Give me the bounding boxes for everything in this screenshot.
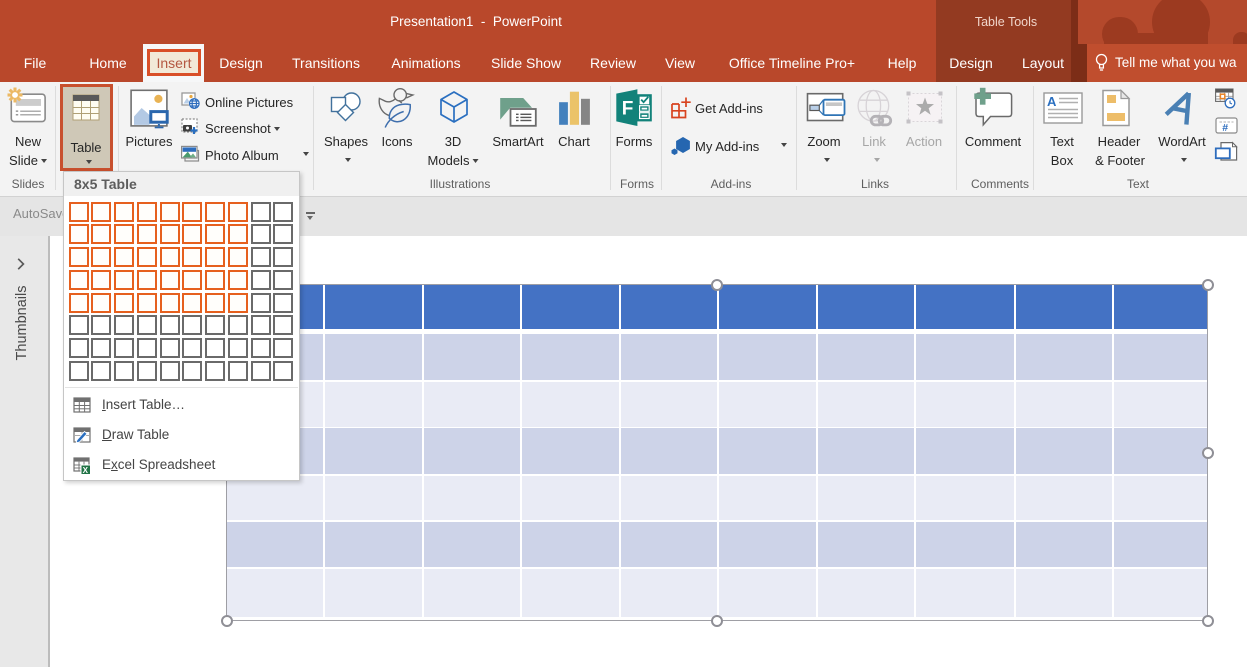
svg-text:#: #: [1222, 122, 1228, 134]
svg-text:F: F: [622, 99, 634, 120]
svg-text:X: X: [83, 466, 89, 475]
svg-text:A: A: [1047, 94, 1057, 109]
